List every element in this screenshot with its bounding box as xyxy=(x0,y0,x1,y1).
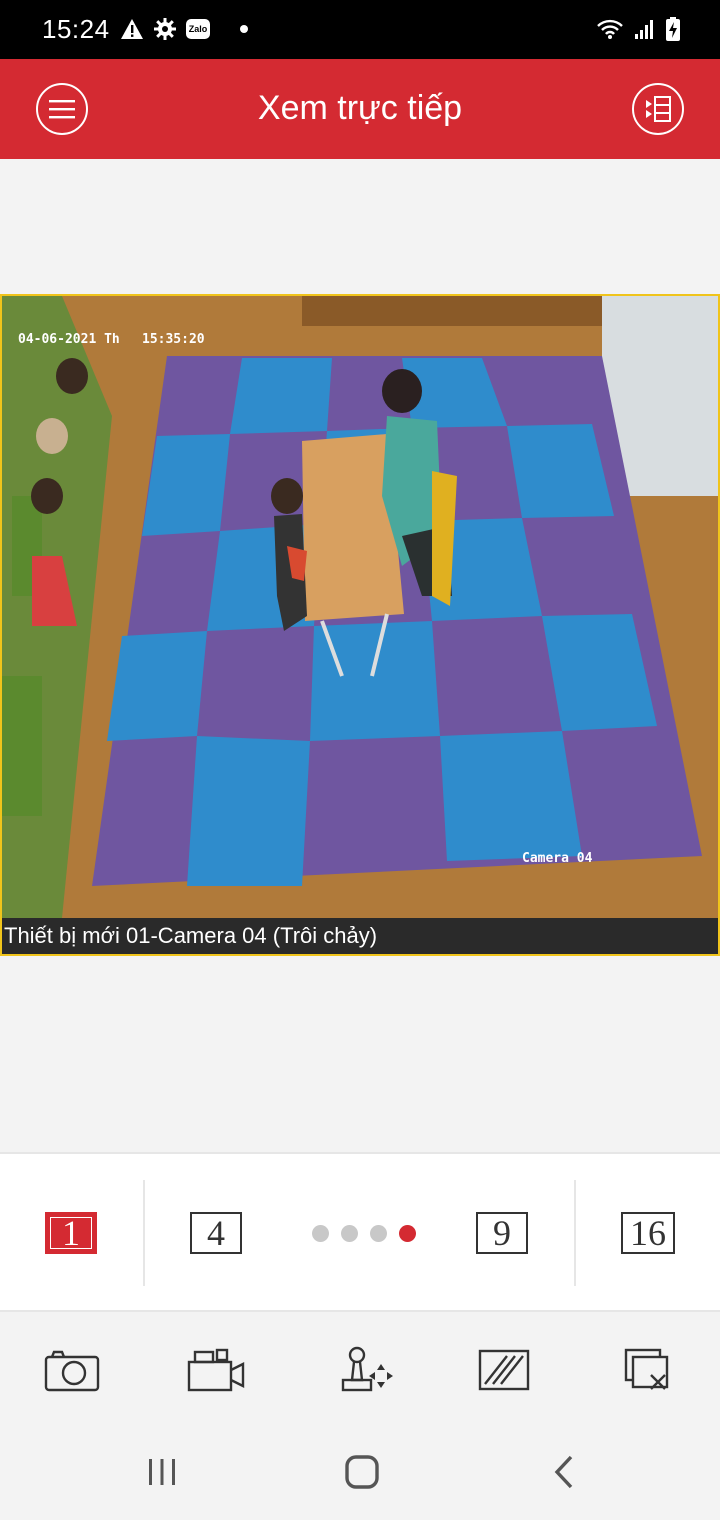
warning-icon xyxy=(121,19,143,39)
split-9-button[interactable]: 9 xyxy=(476,1212,528,1254)
split-16-label: 16 xyxy=(630,1213,666,1253)
live-video-window[interactable]: 04-06-2021 Th 15:35:20 Camera 04 Thiết b… xyxy=(0,294,720,956)
image-quality-icon xyxy=(478,1349,530,1391)
channel-list-button[interactable] xyxy=(632,83,684,135)
signal-icon xyxy=(635,20,653,39)
status-time: 15:24 xyxy=(42,14,110,44)
ptz-button[interactable] xyxy=(335,1342,399,1398)
live-view-toolbar xyxy=(0,1312,720,1424)
battery-charging-icon xyxy=(666,17,680,41)
split-16-button[interactable]: 16 xyxy=(621,1212,675,1254)
ptz-joystick-icon xyxy=(341,1346,393,1392)
video-record-icon xyxy=(187,1348,245,1392)
page-dot-active xyxy=(399,1225,416,1242)
close-all-icon xyxy=(624,1348,669,1390)
page-dot xyxy=(312,1225,329,1242)
zalo-icon: Zalo xyxy=(186,19,210,39)
home-button[interactable] xyxy=(338,1452,386,1492)
notification-dot xyxy=(240,25,248,33)
image-quality-button[interactable] xyxy=(472,1342,536,1398)
channel-list-icon xyxy=(646,96,671,122)
home-icon xyxy=(345,1455,379,1489)
split-9-label: 9 xyxy=(493,1213,511,1253)
camera-feed xyxy=(2,296,718,918)
divider xyxy=(574,1180,576,1286)
camera-snapshot-icon xyxy=(44,1350,100,1392)
split-screen-selector: 1 4 9 16 xyxy=(0,1152,720,1312)
split-1-button[interactable]: 1 xyxy=(45,1212,97,1254)
page-title: Xem trực tiếp xyxy=(257,89,463,127)
split-4-label: 4 xyxy=(207,1213,225,1253)
status-bar: 15:24 Zalo xyxy=(0,0,720,59)
app-bar: Xem trực tiếp xyxy=(0,59,720,159)
recent-apps-button[interactable] xyxy=(138,1452,186,1492)
split-1-inner-frame xyxy=(50,1217,92,1249)
recent-apps-icon xyxy=(149,1459,175,1485)
status-icons-right xyxy=(596,14,680,44)
record-button[interactable] xyxy=(184,1342,248,1398)
page-dot xyxy=(370,1225,387,1242)
close-all-button[interactable] xyxy=(616,1342,680,1398)
video-caption: Thiết bị mới 01-Camera 04 (Trôi chảy) xyxy=(2,918,718,954)
back-icon xyxy=(554,1455,573,1489)
settings-icon xyxy=(154,18,176,40)
page-indicator[interactable] xyxy=(312,1225,416,1242)
status-icons-left: Zalo xyxy=(120,14,248,44)
divider xyxy=(143,1180,145,1286)
snapshot-button[interactable] xyxy=(40,1342,104,1398)
osd-camera-label: Camera 04 xyxy=(522,851,593,866)
osd-time: 15:35:20 xyxy=(142,332,205,347)
back-button[interactable] xyxy=(540,1452,588,1492)
osd-date: 04-06-2021 Th xyxy=(18,332,120,347)
page-dot xyxy=(341,1225,358,1242)
wifi-icon xyxy=(597,19,623,39)
system-nav-bar xyxy=(0,1424,720,1520)
split-4-button[interactable]: 4 xyxy=(190,1212,242,1254)
